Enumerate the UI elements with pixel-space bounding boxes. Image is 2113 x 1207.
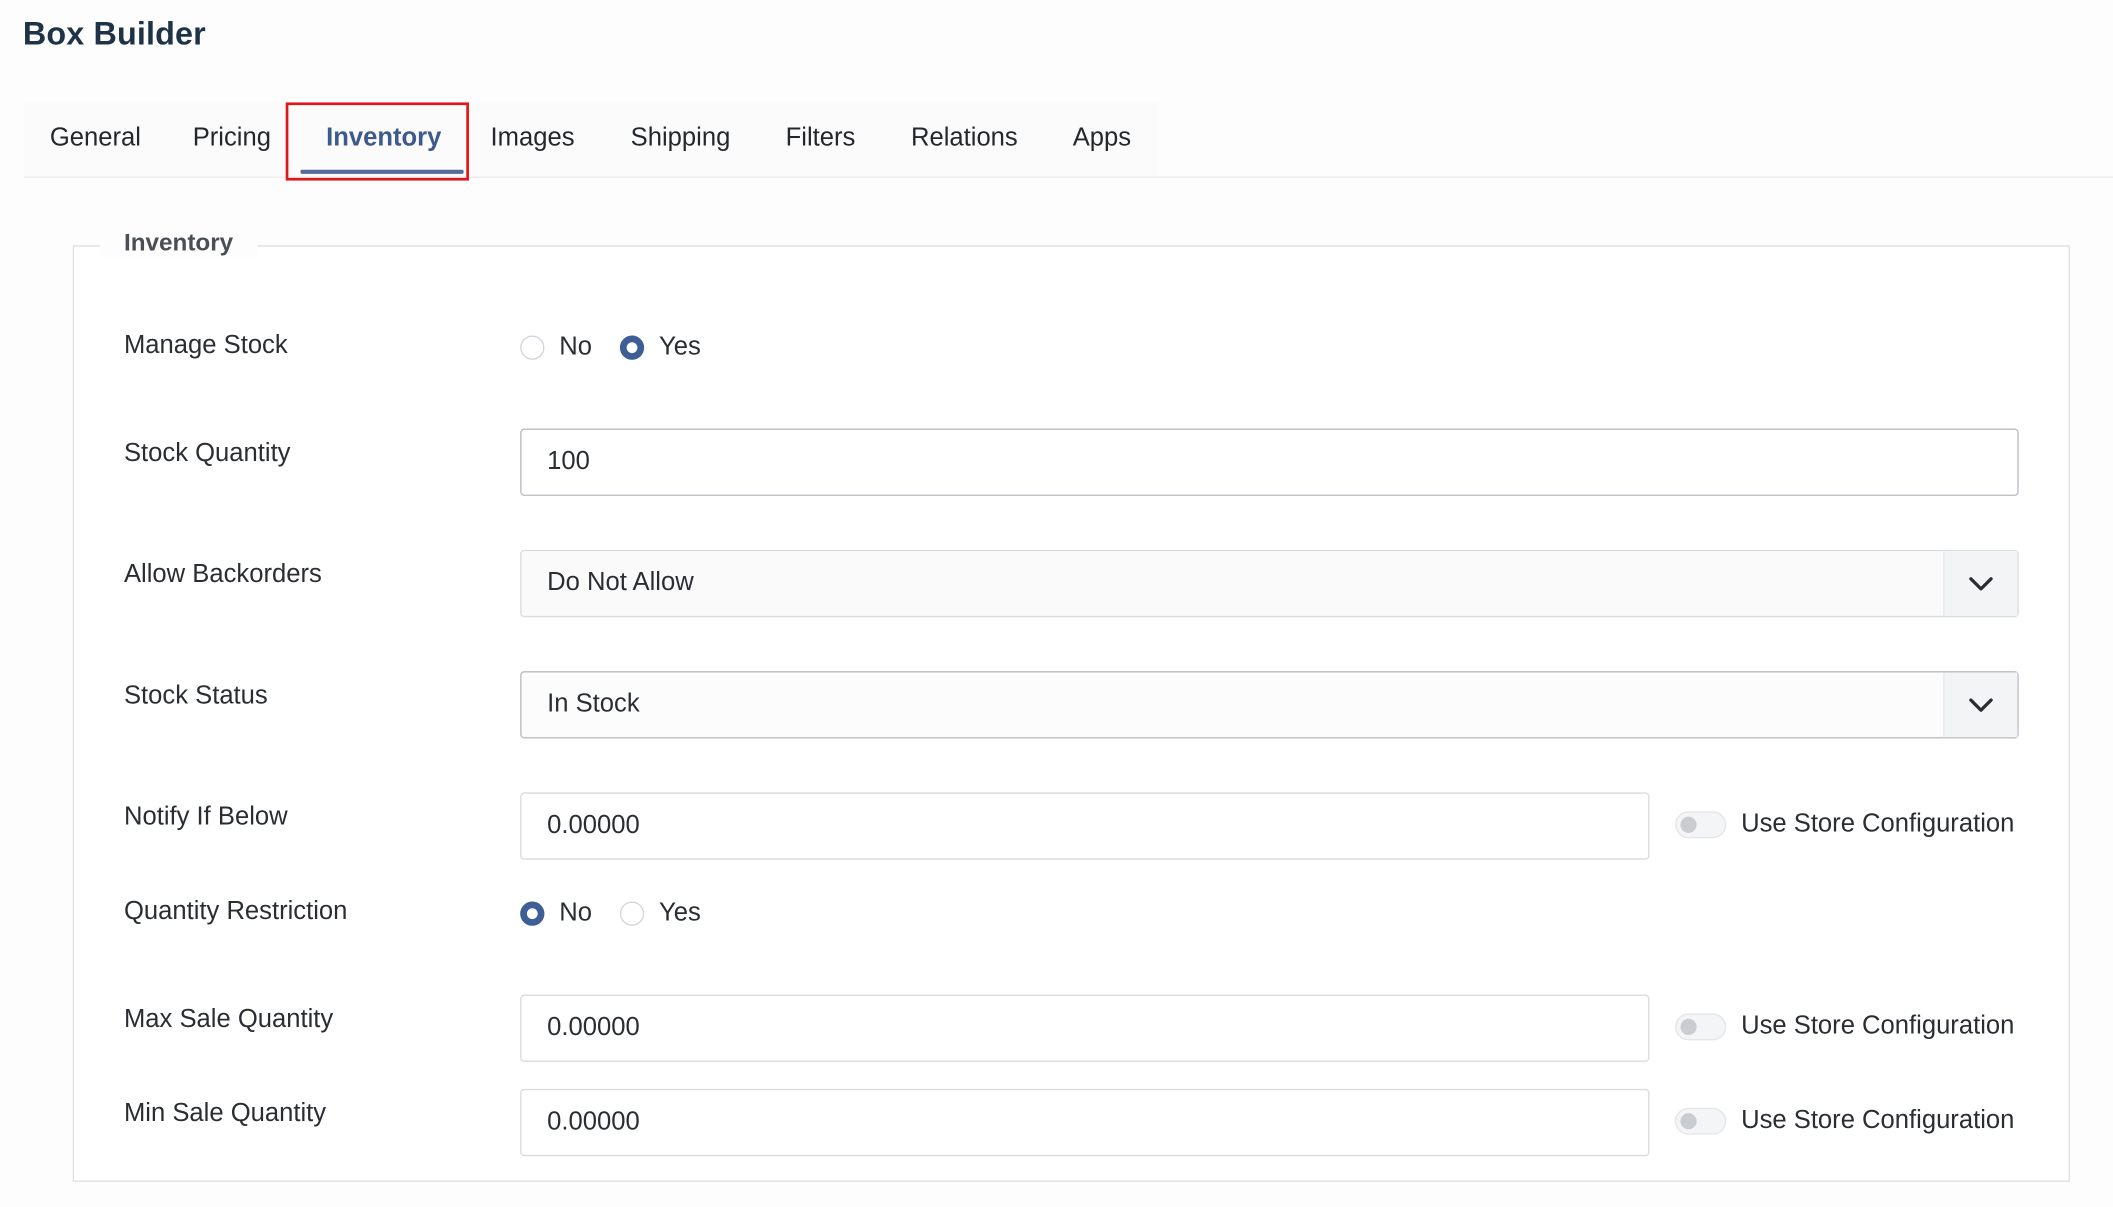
manage-stock-no-radio[interactable]: No [520,332,592,364]
stock-status-select[interactable]: In Stock [520,671,2019,739]
notify-if-below-input[interactable]: 0.00000 [520,792,1650,860]
chevron-down-icon[interactable] [1943,672,2018,738]
tab-filters[interactable]: Filters [786,124,856,154]
radio-label: No [559,898,592,928]
tab-pricing[interactable]: Pricing [193,124,271,154]
notify-if-below-store-config-toggle[interactable]: Use Store Configuration [1675,809,2014,841]
max-sale-quantity-store-config-toggle[interactable]: Use Store Configuration [1675,1011,2014,1043]
toggle-switch[interactable] [1675,1107,1727,1135]
radio-unchecked-icon [619,901,645,926]
min-sale-quantity-store-config-toggle[interactable]: Use Store Configuration [1675,1105,2014,1137]
toggle-switch[interactable] [1675,811,1727,839]
tab-images[interactable]: Images [491,124,575,154]
select-value: Do Not Allow [547,568,694,597]
toggle-label: Use Store Configuration [1741,809,2015,839]
min-sale-quantity-label: Min Sale Quantity [123,1099,327,1128]
page: Box Builder General Pricing Inventory Im… [0,0,2113,1204]
max-sale-quantity-input[interactable]: 0.00000 [520,994,1650,1062]
allow-backorders-label: Allow Backorders [123,560,322,589]
radio-label: Yes [658,898,701,928]
tab-relations[interactable]: Relations [911,124,1018,154]
allow-backorders-select[interactable]: Do Not Allow [520,549,2019,618]
manage-stock-label: Manage Stock [123,331,288,360]
radio-label: No [559,332,592,362]
radio-label: Yes [658,332,701,362]
chevron-down-icon[interactable] [1943,551,2018,616]
toggle-knob [1680,816,1697,833]
fieldset-legend: Inventory [99,229,258,258]
radio-checked-icon [619,335,645,360]
toggle-label: Use Store Configuration [1741,1012,2015,1041]
tab-general[interactable]: General [50,124,141,154]
stock-status-label: Stock Status [123,681,268,711]
select-value: In Stock [547,689,640,719]
page-title: Box Builder [22,16,206,53]
toggle-label: Use Store Configuration [1741,1106,2015,1135]
tab-apps[interactable]: Apps [1073,124,1131,154]
radio-checked-icon [520,901,545,926]
radio-unchecked-icon [520,335,545,360]
quantity-restriction-label: Quantity Restriction [123,897,348,926]
toggle-switch[interactable] [1675,1013,1727,1041]
toggle-knob [1680,1113,1697,1130]
quantity-restriction-no-radio[interactable]: No [520,898,592,930]
quantity-restriction-yes-radio[interactable]: Yes [619,898,701,930]
min-sale-quantity-input[interactable]: 0.00000 [520,1088,1650,1157]
max-sale-quantity-label: Max Sale Quantity [123,1005,334,1034]
tab-shipping[interactable]: Shipping [631,124,731,154]
stock-quantity-input[interactable]: 100 [520,428,2019,496]
notify-if-below-label: Notify If Below [123,803,288,832]
toggle-knob [1680,1018,1697,1035]
annotation-highlight-box [285,102,469,181]
manage-stock-yes-radio[interactable]: Yes [619,332,701,364]
stock-quantity-label: Stock Quantity [123,439,291,468]
